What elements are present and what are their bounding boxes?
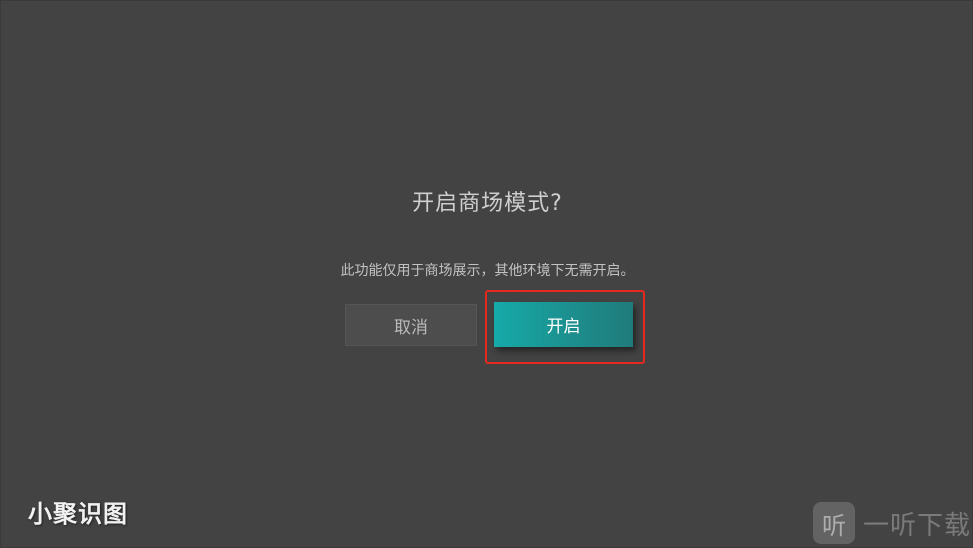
watermark-right-text: 一听下载: [863, 510, 972, 541]
cancel-button-label: 取消: [394, 317, 428, 338]
tv-screen: 开启商场模式? 此功能仅用于商场展示，其他环境下无需开启。 取消 开启 小聚识图…: [0, 0, 973, 548]
watermark-logo-icon: 听: [813, 502, 855, 544]
watermark-right: 听 一听下载: [813, 501, 971, 545]
cancel-button[interactable]: 取消: [345, 304, 477, 346]
highlight-annotation-box: [485, 290, 645, 364]
dialog-title: 开启商场模式?: [412, 191, 563, 216]
dialog-message: 此功能仅用于商场展示，其他环境下无需开启。: [340, 263, 635, 279]
watermark-left: 小聚识图: [28, 500, 128, 528]
